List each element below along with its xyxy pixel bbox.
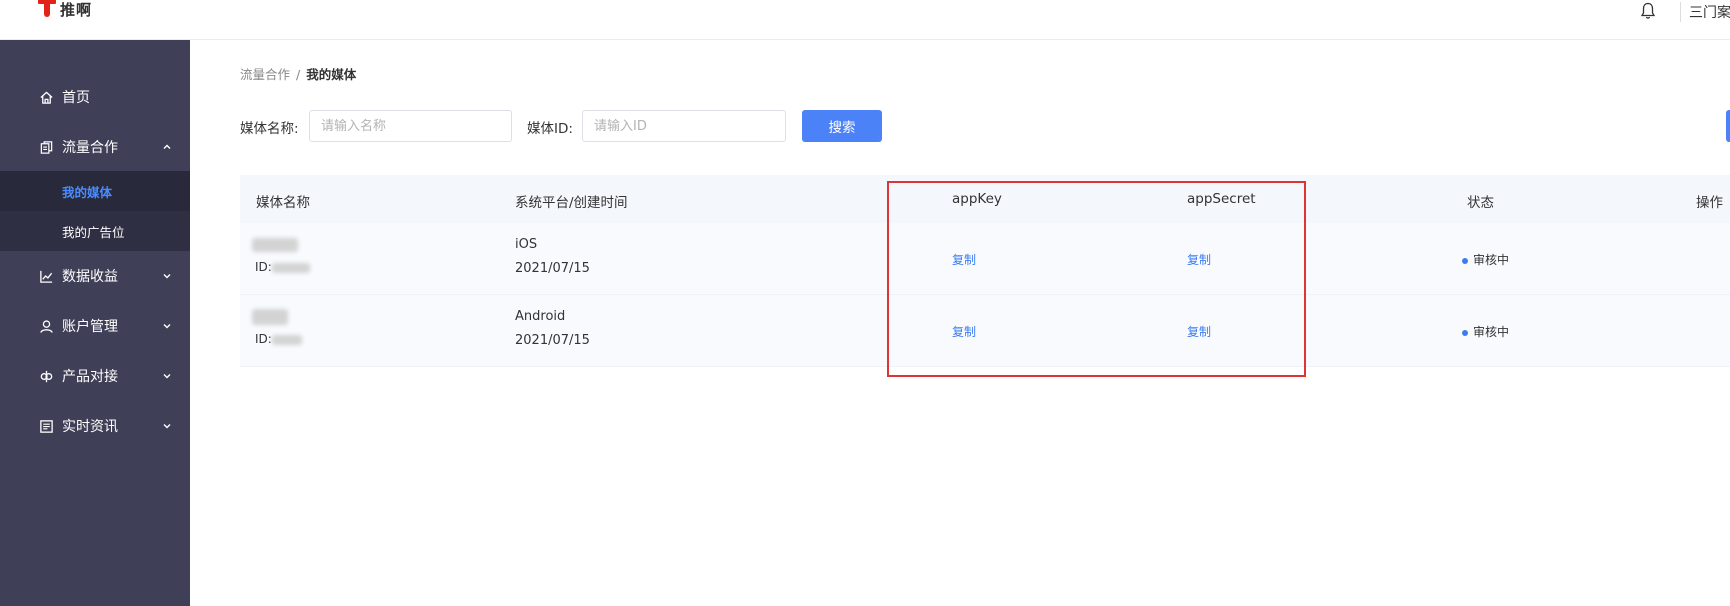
chevron-down-icon [163, 374, 171, 379]
media-id-label: 媒体ID: [527, 121, 573, 137]
logo-text: 推啊 [60, 0, 93, 19]
sidebar-item-label: 实时资讯 [62, 419, 118, 435]
sidebar-subitem-my-media[interactable]: 我的媒体 [0, 171, 190, 211]
column-header: 媒体名称 [256, 195, 310, 211]
bell-icon[interactable] [1640, 2, 1656, 20]
sidebar-subitem-label: 我的媒体 [62, 184, 113, 200]
media-name-redacted [252, 309, 288, 325]
sidebar-item-label: 首页 [62, 90, 90, 106]
media-id-input[interactable] [582, 110, 786, 142]
chart-icon [40, 270, 53, 283]
breadcrumb: 流量合作 / 我的媒体 [240, 64, 356, 83]
add-media-button[interactable] [1726, 110, 1730, 142]
chevron-down-icon [163, 324, 171, 329]
document-icon [40, 140, 53, 154]
sidebar-item-news[interactable]: 实时资讯 [0, 402, 190, 450]
sidebar-subitem-my-adslots[interactable]: 我的广告位 [0, 211, 190, 251]
sub-menu: 我的媒体 我的广告位 [0, 171, 190, 251]
chevron-down-icon [163, 274, 171, 279]
home-icon [40, 91, 53, 104]
platform: iOS [515, 237, 538, 252]
sidebar-item-home[interactable]: 首页 [0, 73, 190, 121]
platform: Android [515, 309, 566, 324]
column-header: 状态 [1467, 195, 1494, 211]
media-id-prefix: ID: [255, 260, 272, 274]
sidebar-item-label: 产品对接 [62, 369, 118, 385]
search-button[interactable]: 搜索 [802, 110, 882, 142]
column-header: 操作 [1696, 195, 1723, 211]
status-badge: 审核中 [1462, 251, 1509, 268]
sidebar-item-label: 账户管理 [62, 319, 118, 335]
media-id: ID: [255, 332, 302, 346]
sidebar-item-integration[interactable]: 产品对接 [0, 352, 190, 400]
logo[interactable]: 推啊 [38, 0, 92, 20]
top-header: 推啊 三门案 [0, 0, 1730, 40]
logo-icon [38, 0, 56, 19]
sidebar-item-traffic[interactable]: 流量合作 [0, 123, 190, 171]
user-icon [40, 319, 53, 333]
breadcrumb-current: 我的媒体 [306, 67, 357, 82]
status-dot-icon [1462, 329, 1468, 336]
column-header: 系统平台/创建时间 [515, 195, 628, 211]
media-name-redacted [252, 237, 298, 252]
sidebar-item-label: 数据收益 [62, 269, 118, 285]
sidebar: 首页 流量合作 我的媒体 我的广告位 数据收益 账户管理 产品对接 实时资讯 [0, 40, 190, 606]
created-date: 2021/07/15 [515, 333, 590, 348]
media-id: ID: [255, 260, 310, 274]
sidebar-item-revenue[interactable]: 数据收益 [0, 252, 190, 300]
user-name[interactable]: 三门案 [1680, 2, 1730, 22]
status-label: 审核中 [1473, 253, 1510, 267]
sidebar-subitem-label: 我的广告位 [62, 224, 125, 240]
chevron-up-icon [163, 144, 171, 149]
media-name-label: 媒体名称: [240, 121, 299, 137]
sidebar-item-label: 流量合作 [62, 140, 118, 156]
news-icon [40, 419, 53, 433]
breadcrumb-separator: / [296, 67, 301, 82]
chevron-down-icon [163, 424, 171, 429]
annotation-highlight-box [887, 181, 1306, 377]
created-date: 2021/07/15 [515, 261, 590, 276]
breadcrumb-parent[interactable]: 流量合作 [240, 67, 290, 82]
status-label: 审核中 [1473, 325, 1510, 339]
media-name-input[interactable] [309, 110, 512, 142]
status-badge: 审核中 [1462, 323, 1509, 340]
status-dot-icon [1462, 257, 1468, 264]
sidebar-item-account[interactable]: 账户管理 [0, 302, 190, 350]
media-id-prefix: ID: [255, 332, 272, 346]
link-icon [40, 370, 53, 382]
